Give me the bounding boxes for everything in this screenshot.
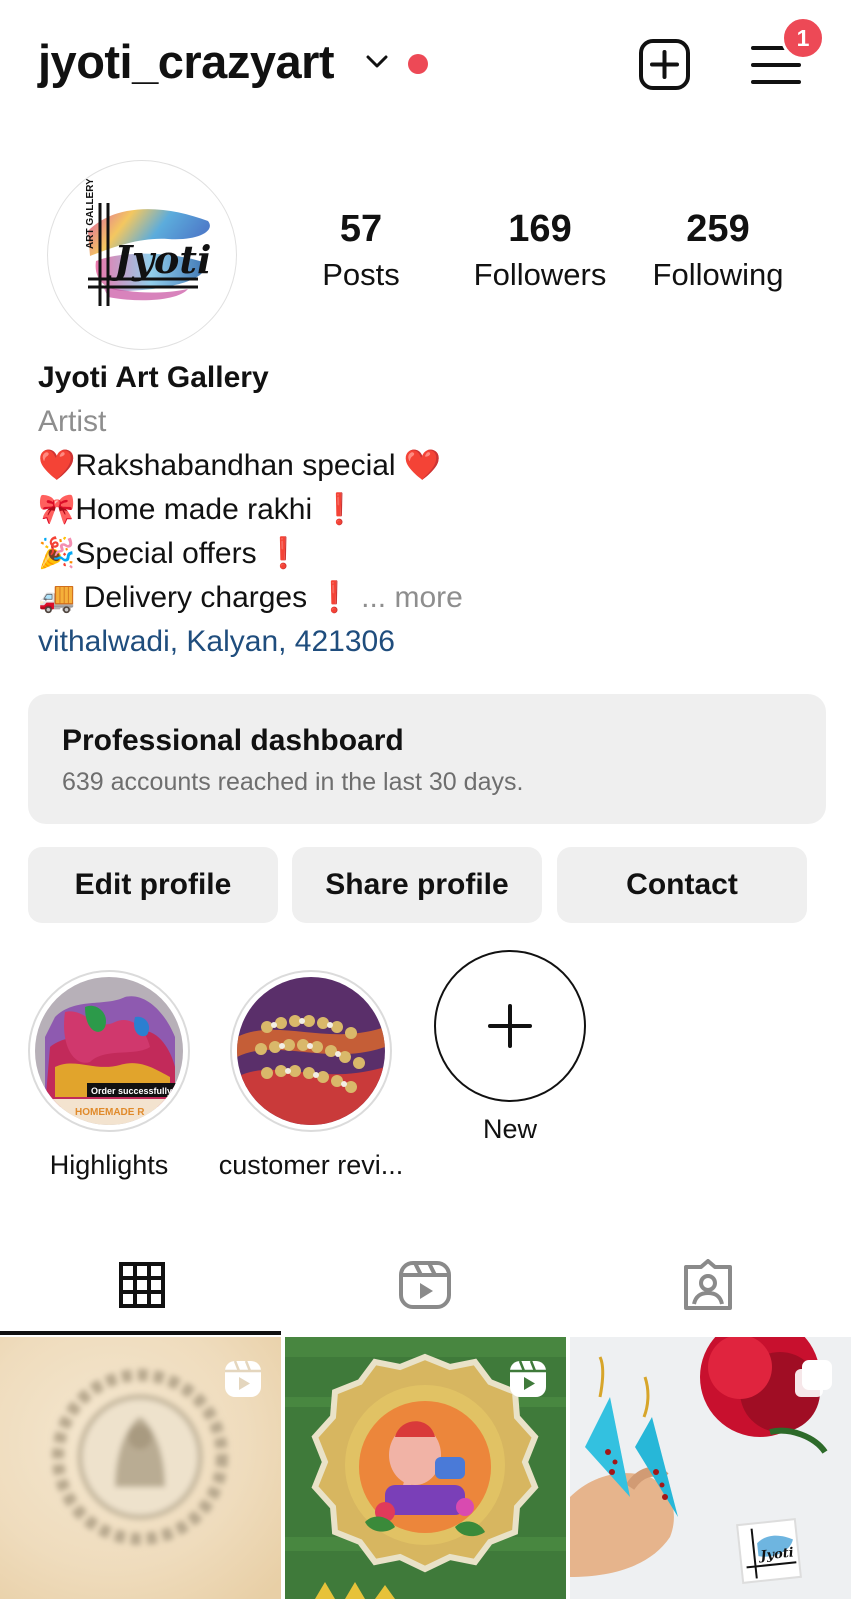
tab-reels[interactable] [283, 1235, 566, 1335]
plus-icon [488, 1004, 532, 1048]
share-profile-button[interactable]: Share profile [292, 847, 542, 923]
location-link[interactable]: vithalwadi, Kalyan, 421306 [38, 620, 818, 664]
stat-followers[interactable]: 169 Followers [470, 208, 610, 293]
username[interactable]: jyoti_crazyart [38, 34, 335, 89]
dashboard-title: Professional dashboard [62, 724, 404, 757]
posts-grid: Jyoti [0, 1337, 851, 1599]
highlight-overlay-text-2: HOMEMADE R [75, 1107, 145, 1118]
edit-profile-button[interactable]: Edit profile [28, 847, 278, 923]
contact-button[interactable]: Contact [557, 847, 807, 923]
display-name: Jyoti Art Gallery [38, 361, 269, 394]
stat-following-value: 259 [686, 208, 750, 250]
stat-posts-label: Posts [322, 257, 400, 292]
profile-header: jyoti_crazyart 1 [0, 0, 851, 128]
avatar-logo: ART GALLERY Jyoti [85, 178, 211, 306]
bio: Jyoti Art Gallery Artist ❤️Rakshabandhan… [38, 356, 818, 664]
reels-icon [510, 1360, 546, 1397]
stat-posts-value: 57 [339, 208, 383, 250]
chevron-down-icon[interactable] [365, 52, 389, 72]
new-highlight-button[interactable]: New [434, 950, 586, 1145]
profile-tabs [0, 1235, 851, 1335]
status-dot [408, 54, 428, 74]
highlight-cover-image: Order successfully HOMEMADE R [35, 977, 183, 1125]
highlight-ring: Order successfully HOMEMADE R [28, 970, 190, 1132]
category-label: Artist [38, 405, 107, 438]
stat-posts[interactable]: 57 Posts [310, 208, 412, 293]
tagged-icon [683, 1259, 732, 1310]
professional-dashboard[interactable]: Professional dashboard 639 accounts reac… [28, 694, 826, 824]
reels-icon [225, 1360, 261, 1397]
stat-following-label: Following [652, 257, 784, 292]
notification-badge: 1 [781, 16, 825, 60]
avatar[interactable]: ART GALLERY Jyoti [47, 160, 237, 350]
bio-line: 🎀Home made rakhi ❗ [38, 493, 358, 526]
more-link[interactable]: ... more [361, 581, 463, 614]
stat-followers-value: 169 [508, 208, 572, 250]
stat-following[interactable]: 259 Following [648, 208, 788, 293]
post-thumbnail[interactable] [0, 1337, 281, 1599]
tab-grid[interactable] [0, 1235, 283, 1335]
highlight-label: Highlights [49, 1150, 169, 1180]
avatar-logo-text: Jyoti [108, 237, 211, 282]
bio-line-with-more: 🚚 Delivery charges ❗ ... more [38, 576, 818, 620]
bio-line: 🚚 Delivery charges ❗ [38, 581, 353, 614]
bio-line: 🎉Special offers ❗ [38, 537, 303, 570]
grid-icon [118, 1262, 165, 1308]
bio-line: ❤️Rakshabandhan special ❤️ [38, 449, 442, 482]
active-tab-indicator [0, 1331, 281, 1335]
highlight-item[interactable]: customer revi... [219, 970, 403, 1181]
dashboard-subtitle: 639 accounts reached in the last 30 days… [62, 768, 524, 796]
post-thumbnail[interactable] [285, 1337, 566, 1599]
stat-followers-label: Followers [473, 257, 607, 292]
highlight-label: customer revi... [218, 1150, 404, 1180]
reels-icon [398, 1261, 451, 1309]
highlight-overlay-text: Order successfully [91, 1086, 172, 1096]
highlight-item[interactable]: Order successfully HOMEMADE R Highlights [28, 970, 190, 1181]
create-post-icon[interactable] [638, 38, 691, 91]
avatar-side-text: ART GALLERY [85, 178, 96, 249]
tab-tagged[interactable] [566, 1235, 849, 1335]
carousel-icon [795, 1360, 832, 1397]
profile-actions: Edit profile Share profile Contact [28, 847, 826, 923]
post-thumbnail[interactable]: Jyoti [570, 1337, 851, 1599]
highlight-ring [230, 970, 392, 1132]
highlight-label: New [482, 1114, 537, 1144]
highlight-cover-image [237, 977, 385, 1125]
new-highlight-circle [434, 950, 586, 1102]
